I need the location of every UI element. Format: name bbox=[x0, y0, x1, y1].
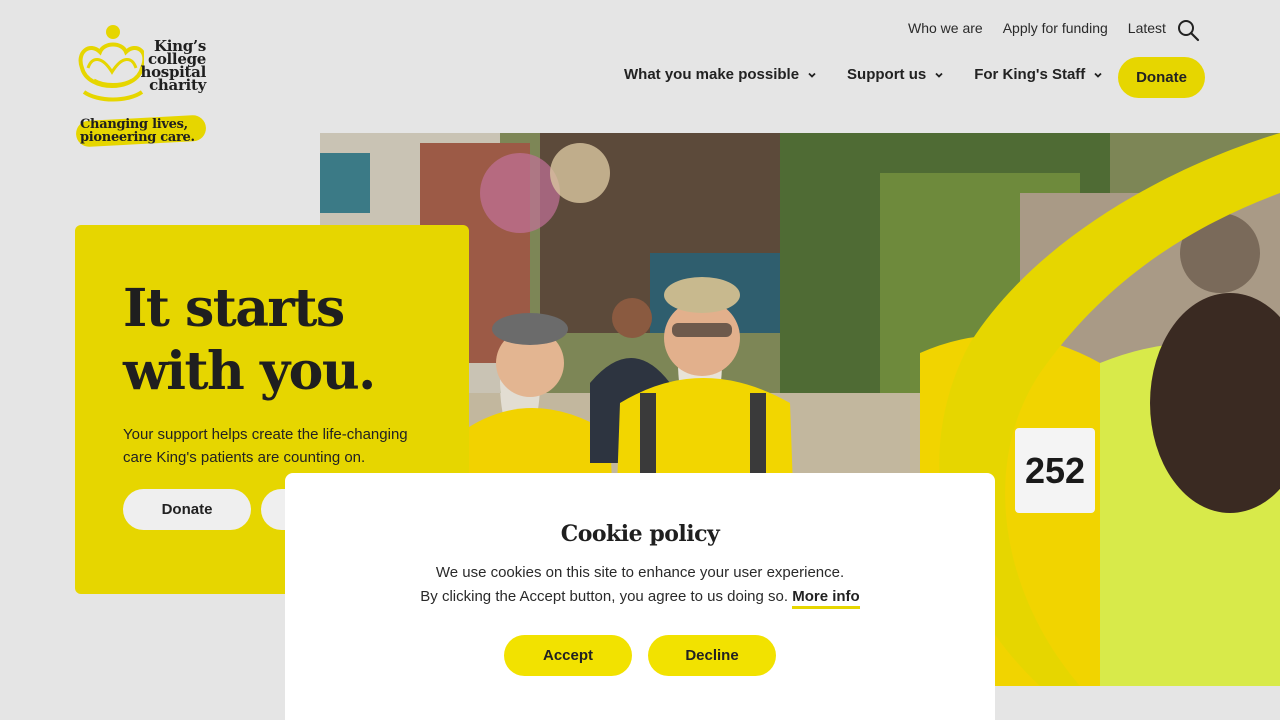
runner-bib-number: 252 bbox=[1025, 450, 1085, 491]
header-donate-button[interactable]: Donate bbox=[1118, 57, 1205, 98]
cookie-title: Cookie policy bbox=[560, 521, 720, 547]
util-link-who-we-are[interactable]: Who we are bbox=[908, 20, 983, 36]
nav-for-kings-staff[interactable]: For King's Staff bbox=[974, 66, 1103, 83]
hero-title-line: with you. bbox=[123, 341, 376, 402]
hero-title: It starts with you. bbox=[123, 277, 421, 403]
tagline-line: pioneering care. bbox=[80, 130, 195, 145]
more-info-link[interactable]: More info bbox=[792, 588, 860, 609]
chevron-down-icon bbox=[935, 72, 943, 78]
chevron-down-icon bbox=[808, 72, 816, 78]
cookie-line-2-text: By clicking the Accept button, you agree… bbox=[420, 588, 789, 605]
decline-button[interactable]: Decline bbox=[648, 635, 776, 676]
hero-donate-button[interactable]: Donate bbox=[123, 489, 251, 530]
accept-button[interactable]: Accept bbox=[504, 635, 632, 676]
nav-label: Support us bbox=[847, 66, 927, 83]
cookie-buttons: Accept Decline bbox=[285, 635, 995, 676]
logo-line: charity bbox=[149, 76, 206, 94]
util-link-latest[interactable]: Latest bbox=[1128, 20, 1166, 36]
search-button[interactable] bbox=[1176, 18, 1202, 44]
main-nav: What you make possible Support us For Ki… bbox=[624, 66, 1103, 83]
logo-wordmark: King’s college hospital charity bbox=[138, 39, 207, 94]
utility-nav: Who we are Apply for funding Latest bbox=[908, 20, 1166, 36]
cookie-line-2: By clicking the Accept button, you agree… bbox=[285, 585, 995, 609]
chevron-down-icon bbox=[1094, 72, 1102, 78]
nav-label: What you make possible bbox=[624, 66, 800, 83]
cookie-dialog: Cookie policy We use cookies on this sit… bbox=[285, 473, 995, 720]
nav-what-you-make-possible[interactable]: What you make possible bbox=[624, 66, 817, 83]
crown-logo-icon bbox=[78, 25, 144, 102]
cookie-line-1: We use cookies on this site to enhance y… bbox=[435, 564, 845, 581]
nav-label: For King's Staff bbox=[974, 66, 1086, 83]
site-logo[interactable]: King’s college hospital charity Changing… bbox=[74, 22, 224, 152]
util-link-apply-for-funding[interactable]: Apply for funding bbox=[1003, 20, 1108, 36]
hero-subtitle: Your support helps create the life-chang… bbox=[123, 426, 408, 466]
logo-tagline: Changing lives, pioneering care. bbox=[80, 118, 195, 144]
search-icon bbox=[1178, 20, 1200, 42]
cookie-message: We use cookies on this site to enhance y… bbox=[285, 561, 995, 609]
hero-title-line: It starts bbox=[123, 278, 345, 339]
nav-support-us[interactable]: Support us bbox=[847, 66, 944, 83]
